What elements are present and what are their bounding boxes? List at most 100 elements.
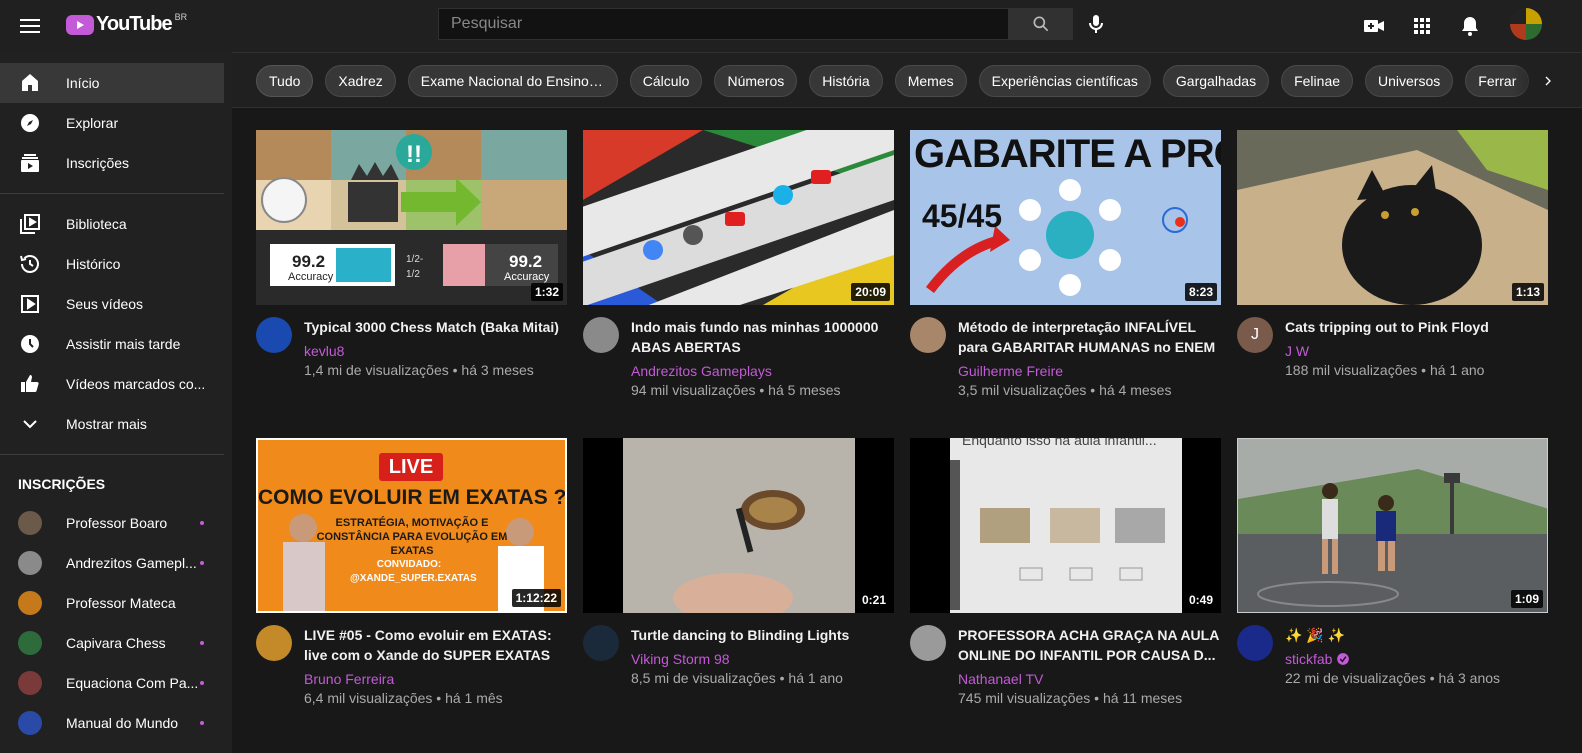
channel-avatar[interactable] [583,317,619,353]
create-video-icon[interactable] [1362,14,1386,38]
video-title[interactable]: Indo mais fundo nas minhas 1000000 ABAS … [631,317,894,357]
sidebar-subscription-item[interactable]: Andrezitos Gamepl... [0,543,224,583]
video-thumbnail[interactable]: LIVE COMO EVOLUIR EM EXATAS ? ESTRATÉGIA… [256,438,567,613]
filter-chip[interactable]: Números [714,65,798,97]
your-videos-icon [18,292,42,316]
filter-chip[interactable]: Universos [1365,65,1454,97]
channel-avatar-letter: J [1251,326,1259,343]
channel-name[interactable]: Guilherme Freire [958,361,1221,381]
sidebar-item-liked-videos[interactable]: Vídeos marcados co... [0,364,224,404]
subscription-name: Capivara Chess [66,635,166,651]
video-title[interactable]: ✨ 🎉 ✨ [1285,625,1548,645]
filter-chip[interactable]: Gargalhadas [1162,65,1270,97]
subscription-avatar [18,511,42,535]
sidebar-item-label: Explorar [66,115,119,131]
video-title[interactable]: PROFESSORA ACHA GRAÇA NA AULA ONLINE DO … [958,625,1221,665]
sidebar-item-your-videos[interactable]: Seus vídeos [0,284,224,324]
channel-avatar[interactable] [1237,625,1273,661]
sidebar-subscription-item[interactable]: Capivara Chess [0,623,224,663]
video-title[interactable]: LIVE #05 - Como evoluir em EXATAS: live … [304,625,567,665]
sidebar-item-show-more[interactable]: Mostrar mais [0,404,224,444]
filter-chip[interactable]: História [809,65,883,97]
video-duration: 1:13 [1511,283,1544,301]
cat-thumbnail-art [1237,130,1548,305]
video-duration: 8:23 [1184,283,1217,301]
turtle-thumbnail-art [623,438,855,613]
search-input[interactable] [438,8,1009,40]
sidebar-item-library[interactable]: Biblioteca [0,204,224,244]
subscription-avatar [18,631,42,655]
sidebar-subscription-item[interactable]: Professor Boaro [0,503,224,543]
video-title[interactable]: Typical 3000 Chess Match (Baka Mitai) [304,317,567,337]
video-card[interactable]: !! 99.2 Accuracy 1/2-1/2 99.2 Accuracy 1… [256,130,567,379]
filter-chip[interactable]: Exame Nacional do Ensino Mé... [407,65,618,97]
video-thumbnail[interactable]: 1:09 [1237,438,1548,613]
video-title[interactable]: Método de interpretação INFALÍVEL para G… [958,317,1221,357]
sidebar-item-subscriptions[interactable]: Inscrições [0,143,224,183]
video-card[interactable]: 1:13 J Cats tripping out to Pink Floyd J… [1237,130,1548,379]
filter-chip[interactable]: Cálculo [629,65,703,97]
sidebar-item-home[interactable]: Início [0,63,224,103]
chess-accuracy-left: Accuracy [288,271,334,283]
chevron-right-icon[interactable] [1536,69,1560,93]
filter-chip[interactable]: Xadrez [325,65,396,97]
sidebar-item-history[interactable]: Histórico [0,244,224,284]
sidebar-subscription-item[interactable]: Equaciona Com Pa... [0,663,224,703]
channel-name[interactable]: Viking Storm 98 [631,649,894,669]
filter-chip[interactable]: Experiências científicas [978,65,1151,97]
sidebar-item-label: Assistir mais tarde [66,336,181,352]
chess-score-right: 99.2 [509,252,543,271]
video-thumbnail[interactable]: !! 99.2 Accuracy 1/2-1/2 99.2 Accuracy 1… [256,130,567,305]
chess-accuracy-right: Accuracy [504,271,550,283]
filter-chip[interactable]: Memes [894,65,967,97]
filter-chip[interactable]: Felinae [1281,65,1354,97]
filter-chip[interactable]: Tudo [256,65,314,97]
video-stats: 1,4 mi de visualizações • há 3 meses [304,362,534,378]
video-thumbnail[interactable]: 1:13 [1237,130,1548,305]
classroom-thumbnail-art [950,438,1182,613]
sidebar-item-watch-later[interactable]: Assistir mais tarde [0,324,224,364]
sidebar-item-explore[interactable]: Explorar [0,103,224,143]
channel-name[interactable]: Andrezitos Gameplays [631,361,894,381]
video-meta: ✨ 🎉 ✨ stickfab 22 mi de visualizações • … [1237,625,1548,687]
video-thumbnail[interactable]: 0:21 [583,438,894,613]
channel-avatar[interactable] [910,625,946,661]
compass-icon [18,111,42,135]
video-card[interactable]: 1:09 ✨ 🎉 ✨ stickfab 22 mi de visualizaçõ… [1237,438,1548,687]
chess-result: 1/2-1/2 [406,254,424,280]
youtube-logo[interactable]: YouTube BR [66,12,187,36]
account-avatar[interactable] [1510,8,1542,40]
video-thumbnail[interactable]: GABARITE A PROVA!! 45/45 8:23 [910,130,1221,305]
channel-avatar[interactable] [583,625,619,661]
video-title[interactable]: Cats tripping out to Pink Floyd [1285,317,1548,337]
video-card[interactable]: GABARITE A PROVA!! 45/45 8:23 Método de … [910,130,1221,399]
mic-icon[interactable] [1084,12,1108,36]
menu-icon[interactable] [18,14,42,38]
video-card[interactable]: LIVE COMO EVOLUIR EM EXATAS ? ESTRATÉGIA… [256,438,567,707]
channel-name[interactable]: J W [1285,341,1548,361]
channel-avatar[interactable] [256,625,292,661]
search-button[interactable] [1009,8,1073,40]
video-stats: 22 mi de visualizações • há 3 anos [1285,670,1501,686]
channel-name[interactable]: stickfab [1285,649,1548,669]
video-thumbnail[interactable]: 20:09 [583,130,894,305]
thumbnail-caption: Enquanto isso na aula infantil... [962,438,1157,448]
channel-name[interactable]: Nathanael TV [958,669,1221,689]
channel-avatar[interactable]: J [1237,317,1273,353]
video-card[interactable]: Enquanto isso na aula infantil... 0:49 P… [910,438,1221,707]
apps-icon[interactable] [1410,14,1434,38]
sidebar-subscription-item[interactable]: Manual do Mundo [0,703,224,743]
logo-icon [66,14,94,35]
sidebar-item-label: Seus vídeos [66,296,144,312]
notifications-icon[interactable] [1458,14,1482,38]
channel-avatar[interactable] [910,317,946,353]
video-card[interactable]: 0:21 Turtle dancing to Blinding Lights V… [583,438,894,687]
sidebar-subscription-item[interactable]: Professor Mateca [0,583,224,623]
channel-avatar[interactable] [256,317,292,353]
video-thumbnail[interactable]: Enquanto isso na aula infantil... 0:49 [910,438,1221,613]
video-title[interactable]: Turtle dancing to Blinding Lights [631,625,894,645]
channel-name[interactable]: Bruno Ferreira [304,669,567,689]
video-card[interactable]: 20:09 Indo mais fundo nas minhas 1000000… [583,130,894,399]
subscription-avatar [18,551,42,575]
channel-name[interactable]: kevlu8 [304,341,567,361]
